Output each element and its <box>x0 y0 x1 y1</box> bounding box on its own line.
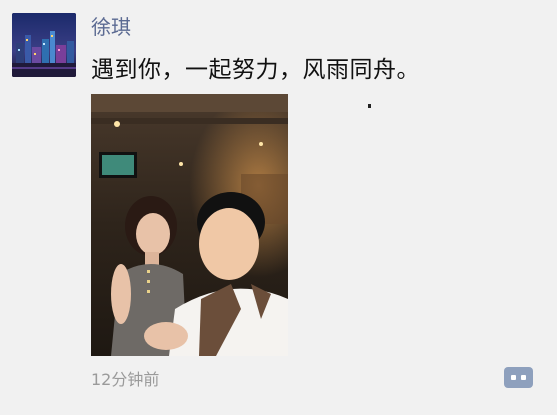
moment-post: 徐琪 遇到你，一起努力，风雨同舟。 12分钟前 <box>0 0 557 415</box>
avatar[interactable] <box>12 13 76 77</box>
post-text: 遇到你，一起努力，风雨同舟。 <box>91 57 420 83</box>
author-name[interactable]: 徐琪 <box>91 13 131 41</box>
post-timestamp: 12分钟前 <box>91 370 160 389</box>
stray-dot <box>368 104 371 108</box>
city-night-avatar-image <box>12 13 76 77</box>
post-photo[interactable] <box>91 94 288 356</box>
selfie-photo <box>91 94 288 356</box>
comment-button[interactable] <box>504 367 533 388</box>
